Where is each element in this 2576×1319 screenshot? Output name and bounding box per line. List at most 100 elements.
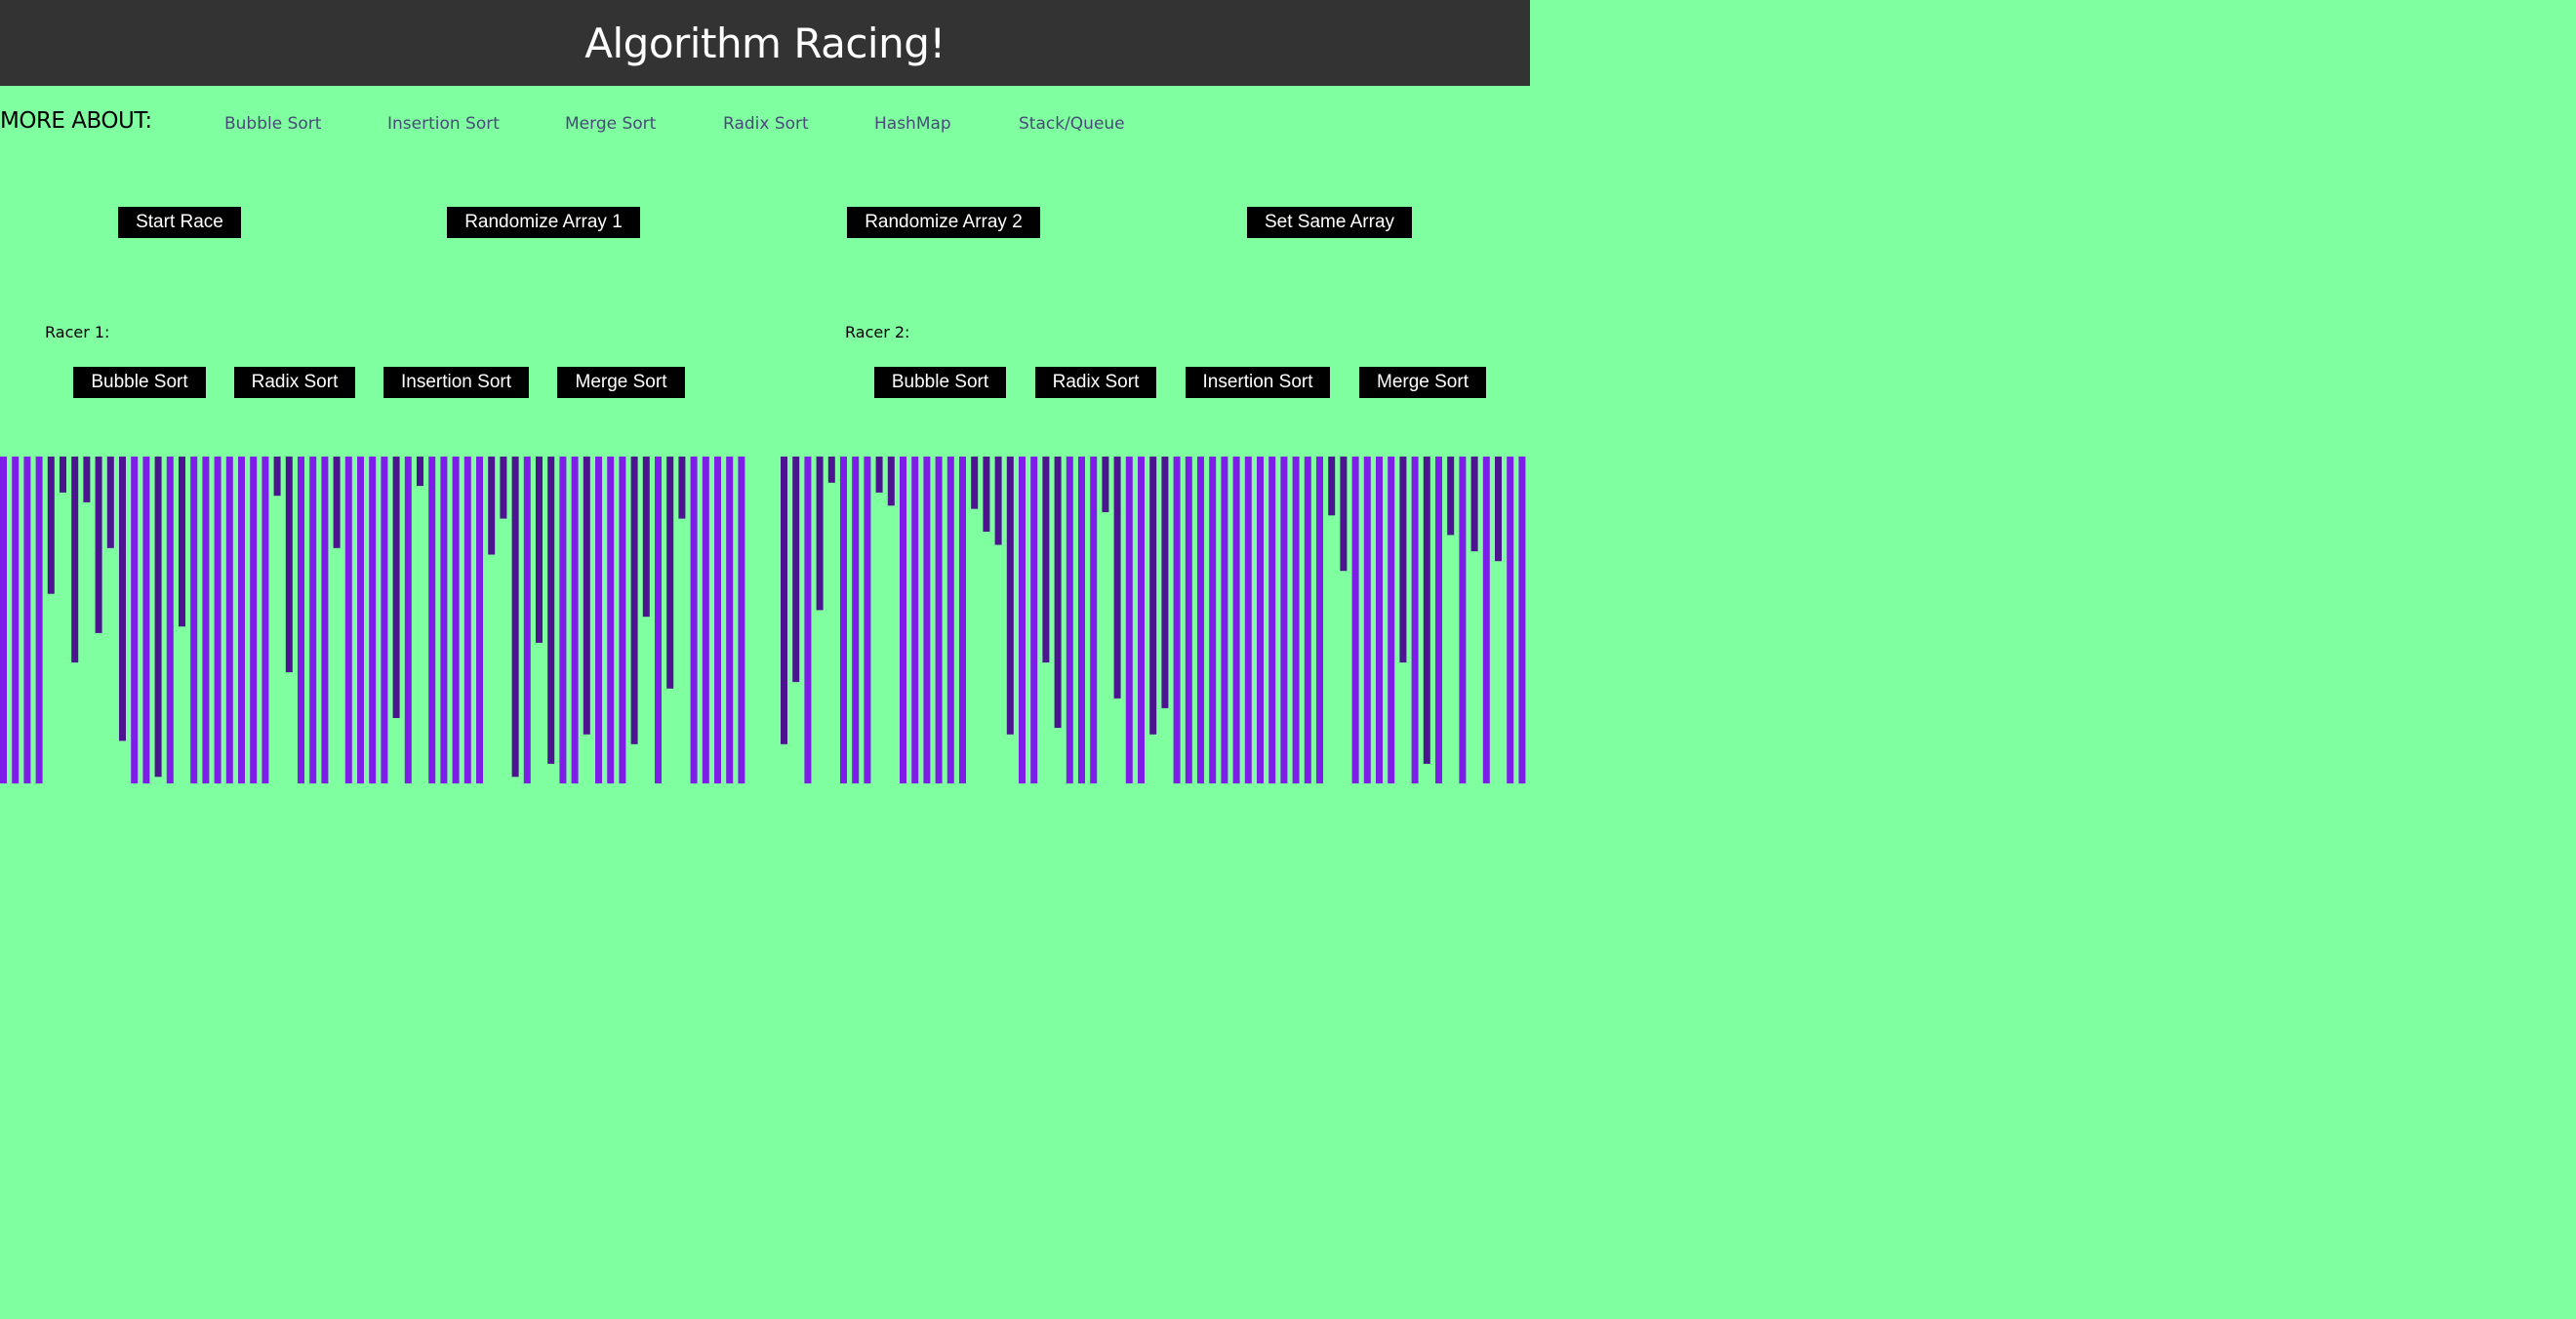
array-1-bar bbox=[666, 457, 674, 689]
racer-1-merge-sort-button[interactable]: Merge Sort bbox=[557, 367, 685, 398]
array-2-bar bbox=[1232, 457, 1240, 783]
nav-link-insertion-sort[interactable]: Insertion Sort bbox=[387, 114, 500, 134]
racer-1-radix-sort-button[interactable]: Radix Sort bbox=[234, 367, 355, 398]
array-2-bar bbox=[875, 457, 883, 493]
array-1-bar bbox=[250, 457, 258, 783]
array-2-visualization bbox=[781, 457, 1526, 783]
array-1-bar bbox=[225, 457, 233, 783]
array-1-bar bbox=[344, 457, 352, 783]
array-1-bar bbox=[131, 457, 139, 783]
array-2-bar bbox=[1161, 457, 1169, 708]
array-1-bar bbox=[321, 457, 329, 783]
array-1-bar bbox=[714, 457, 721, 783]
array-2-bar bbox=[983, 457, 990, 532]
array-2-bar bbox=[1149, 457, 1157, 735]
array-2-bar bbox=[1447, 457, 1455, 536]
racer-2-bubble-sort-button[interactable]: Bubble Sort bbox=[874, 367, 1006, 398]
array-1-bar bbox=[71, 457, 79, 663]
array-2-bar bbox=[1399, 457, 1407, 663]
array-2-bar bbox=[1221, 457, 1228, 783]
array-2-bar bbox=[816, 457, 824, 611]
array-2-bar bbox=[1316, 457, 1323, 783]
array-1-bar bbox=[60, 457, 66, 493]
array-1-bar bbox=[166, 457, 174, 783]
nav-link-merge-sort[interactable]: Merge Sort bbox=[565, 114, 656, 134]
randomize-array-2-button[interactable]: Randomize Array 2 bbox=[847, 207, 1040, 238]
array-1-bar bbox=[583, 457, 590, 735]
array-2-bar bbox=[1507, 457, 1514, 783]
array-1-bar bbox=[404, 457, 412, 783]
array-1-bar bbox=[273, 457, 281, 497]
array-2-bar bbox=[1363, 457, 1371, 783]
array-2-bar bbox=[1257, 457, 1264, 783]
array-2-bar bbox=[1006, 457, 1014, 735]
nav-link-radix-sort[interactable]: Radix Sort bbox=[723, 114, 809, 134]
array-1-bar bbox=[488, 457, 496, 555]
array-1-bar bbox=[476, 457, 483, 783]
array-1-bar bbox=[95, 457, 102, 633]
nav-link-stack-queue[interactable]: Stack/Queue bbox=[1019, 114, 1125, 134]
array-1-bar bbox=[511, 457, 519, 778]
array-1-bar bbox=[309, 457, 317, 783]
racer-1-bubble-sort-button[interactable]: Bubble Sort bbox=[73, 367, 206, 398]
array-2-bar bbox=[1197, 457, 1204, 783]
array-1-bar bbox=[357, 457, 364, 783]
array-2-bar bbox=[1125, 457, 1133, 783]
racer-1-insertion-sort-button[interactable]: Insertion Sort bbox=[383, 367, 529, 398]
array-1-bar bbox=[547, 457, 555, 764]
array-1-bar bbox=[202, 457, 210, 783]
array-2-bar bbox=[864, 457, 871, 783]
array-2-bar bbox=[1078, 457, 1085, 783]
array-2-bar bbox=[1470, 457, 1478, 552]
array-2-bar bbox=[1244, 457, 1252, 783]
array-2-bar bbox=[971, 457, 979, 509]
array-1-bar bbox=[523, 457, 531, 783]
array-2-bar bbox=[792, 457, 800, 683]
array-1-bar bbox=[500, 457, 507, 519]
array-2-bar bbox=[994, 457, 1002, 545]
array-1-bar bbox=[690, 457, 698, 783]
array-1-bar bbox=[607, 457, 615, 783]
array-2-bar bbox=[1351, 457, 1359, 783]
array-1-bar bbox=[655, 457, 662, 783]
array-1-bar bbox=[0, 457, 7, 783]
array-1-bar bbox=[35, 457, 43, 783]
array-1-bar bbox=[595, 457, 602, 783]
array-2-bar bbox=[1435, 457, 1442, 783]
racer-2-insertion-sort-button[interactable]: Insertion Sort bbox=[1186, 367, 1330, 398]
array-1-bar bbox=[440, 457, 448, 783]
array-1-bar bbox=[142, 457, 150, 783]
array-2-bar bbox=[1209, 457, 1217, 783]
array-2-bar bbox=[1411, 457, 1419, 783]
racer-2-radix-sort-button[interactable]: Radix Sort bbox=[1035, 367, 1156, 398]
start-race-button[interactable]: Start Race bbox=[118, 207, 241, 238]
array-1-bar bbox=[381, 457, 388, 783]
array-1-bar bbox=[285, 457, 293, 673]
array-2-bar bbox=[1268, 457, 1276, 783]
nav-link-bubble-sort[interactable]: Bubble Sort bbox=[224, 114, 321, 134]
array-1-bar bbox=[678, 457, 686, 519]
page-title: Algorithm Racing! bbox=[584, 19, 946, 67]
array-2-bar bbox=[1482, 457, 1490, 783]
array-2-bar bbox=[1423, 457, 1430, 764]
set-same-array-button[interactable]: Set Same Array bbox=[1247, 207, 1412, 238]
array-2-bar bbox=[1280, 457, 1288, 783]
array-2-bar bbox=[781, 457, 787, 744]
array-1-bar bbox=[262, 457, 269, 783]
array-1-bar bbox=[630, 457, 638, 744]
racer-2-merge-sort-button[interactable]: Merge Sort bbox=[1359, 367, 1486, 398]
array-1-bar bbox=[23, 457, 31, 783]
array-1-bar bbox=[702, 457, 709, 783]
array-1-bar bbox=[154, 457, 162, 778]
nav-link-hashmap[interactable]: HashMap bbox=[874, 114, 951, 134]
array-1-bar bbox=[559, 457, 567, 783]
array-1-visualization bbox=[0, 457, 745, 783]
randomize-array-1-button[interactable]: Randomize Array 1 bbox=[447, 207, 640, 238]
array-2-bar bbox=[852, 457, 860, 783]
array-2-bar bbox=[1495, 457, 1502, 562]
array-1-bar bbox=[47, 457, 55, 594]
array-1-bar bbox=[452, 457, 460, 783]
array-2-bar bbox=[887, 457, 895, 506]
array-2-bar bbox=[840, 457, 847, 783]
array-1-bar bbox=[726, 457, 734, 783]
